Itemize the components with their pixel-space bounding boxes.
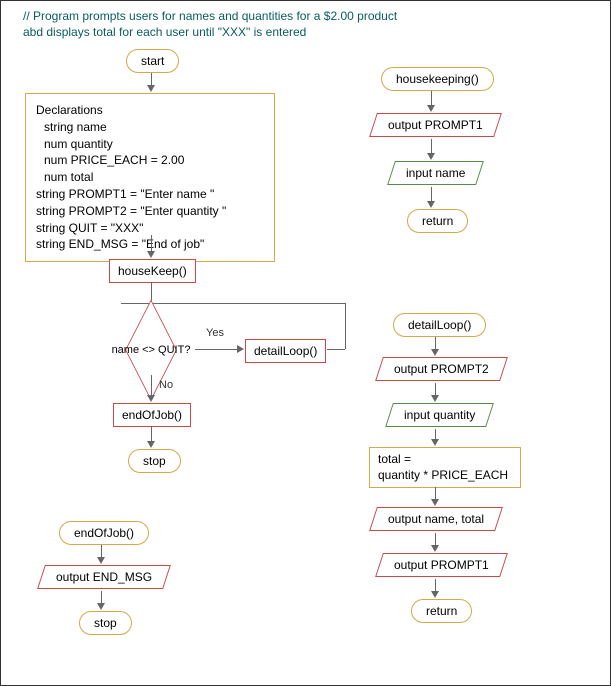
arrowhead: [427, 105, 435, 112]
decl-l3: num PRICE_EACH = 2.00: [36, 152, 264, 169]
arrowhead: [431, 545, 439, 552]
arrowhead: [147, 395, 155, 402]
arrowhead: [97, 557, 105, 564]
dl-output-prompt2-text: output PROMPT2: [394, 362, 489, 376]
decision-name-quit: name <> QUIT?: [106, 325, 196, 375]
decl-l5: string PROMPT1 = "Enter name ": [36, 186, 264, 203]
dl-output-name-total-text: output name, total: [388, 512, 484, 526]
housekeep-call: houseKeep(): [109, 259, 196, 283]
yes-label: Yes: [206, 327, 224, 339]
dl-calc-l1: total =: [378, 452, 512, 468]
arrowhead: [431, 395, 439, 402]
arrow: [181, 303, 345, 304]
arrow: [195, 349, 239, 350]
arrow: [151, 375, 152, 397]
dl-calc-l2: quantity * PRICE_EACH: [378, 468, 512, 484]
hk-output-prompt1: output PROMPT1: [373, 113, 498, 137]
housekeeping-sub-name: housekeeping(): [381, 67, 494, 91]
arrow: [327, 349, 345, 350]
arrowhead: [97, 603, 105, 610]
decl-l2: num quantity: [36, 136, 264, 153]
endofjob-sub-name: endOfJob(): [59, 521, 149, 545]
stop-terminal: stop: [128, 449, 181, 473]
decl-l1: string name: [36, 119, 264, 136]
output-end-msg-text: output END_MSG: [56, 570, 152, 584]
program-comment: // Program prompts users for names and q…: [23, 9, 397, 40]
arrowhead: [147, 441, 155, 448]
dl-output-prompt2: output PROMPT2: [379, 357, 504, 381]
decl-l4: num total: [36, 169, 264, 186]
arrowhead: [427, 201, 435, 208]
decision-label: name <> QUIT?: [106, 325, 196, 375]
declarations-box: Declarations string name num quantity nu…: [25, 93, 275, 262]
hk-output-prompt1-text: output PROMPT1: [388, 118, 483, 132]
comment-line1: // Program prompts users for names and q…: [23, 9, 397, 25]
dl-input-quantity-text: input quantity: [404, 408, 475, 422]
dl-output-prompt1: output PROMPT1: [379, 553, 504, 577]
dl-return: return: [411, 599, 472, 623]
endofjob-call: endOfJob(): [113, 403, 191, 427]
arrowhead: [431, 439, 439, 446]
comment-line2: abd displays total for each user until "…: [23, 25, 397, 41]
decl-l6: string PROMPT2 = "Enter quantity ": [36, 203, 264, 220]
dl-calc-total: total = quantity * PRICE_EACH: [369, 447, 521, 488]
arrowhead: [147, 85, 155, 92]
detailloop-sub-name: detailLoop(): [393, 313, 486, 337]
arrowhead: [431, 499, 439, 506]
arrowhead: [427, 153, 435, 160]
detailloop-call: detailLoop(): [245, 339, 326, 363]
dl-output-name-total: output name, total: [373, 507, 499, 531]
output-end-msg: output END_MSG: [41, 565, 167, 589]
decl-title: Declarations: [36, 102, 264, 119]
dl-input-quantity: input quantity: [389, 403, 490, 427]
hk-return: return: [407, 209, 468, 233]
arrow: [345, 303, 346, 349]
decl-l7: string QUIT = "XXX": [36, 220, 264, 237]
hk-input-name-text: input name: [406, 166, 465, 180]
hk-input-name: input name: [391, 161, 480, 185]
dl-output-prompt1-text: output PROMPT1: [394, 558, 489, 572]
no-label: No: [159, 379, 173, 391]
endofjob-stop: stop: [79, 611, 132, 635]
arrowhead: [431, 349, 439, 356]
start-terminal: start: [126, 49, 179, 73]
flowchart-canvas: // Program prompts users for names and q…: [0, 0, 611, 686]
arrowhead: [147, 251, 155, 258]
arrowhead: [237, 345, 244, 353]
arrowhead: [431, 591, 439, 598]
